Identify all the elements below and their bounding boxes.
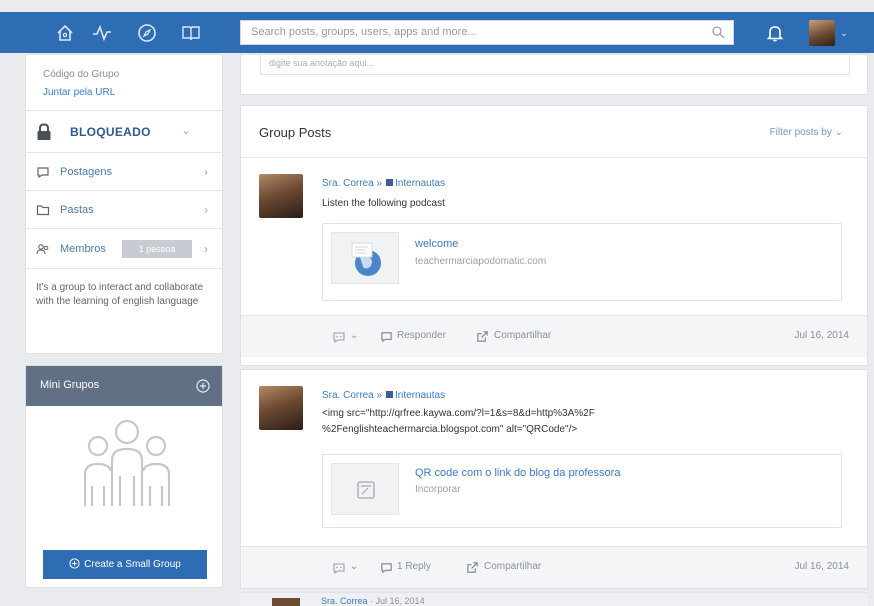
sidebar-item-label: Membros bbox=[60, 243, 106, 255]
post-separator: » bbox=[376, 390, 383, 401]
mini-groups-header: Mini Grupos bbox=[26, 366, 222, 406]
chevron-down-icon[interactable]: ⌄ bbox=[181, 123, 191, 137]
comment-icon bbox=[381, 563, 392, 574]
group-people-icon bbox=[83, 419, 171, 506]
reply-button[interactable]: 1 Reply bbox=[397, 561, 431, 572]
post-group[interactable]: Internautas bbox=[395, 390, 445, 401]
chevron-down-icon[interactable]: ⌄ bbox=[350, 330, 358, 341]
chevron-right-icon: › bbox=[204, 241, 208, 256]
home-icon[interactable] bbox=[54, 22, 76, 44]
post-author-avatar[interactable] bbox=[259, 174, 303, 218]
filter-posts-label: Filter posts by bbox=[769, 127, 832, 138]
post-date: Jul 16, 2014 bbox=[375, 596, 425, 606]
post-attachment[interactable]: welcome teachermarciapodomatic.com bbox=[322, 223, 842, 301]
group-description: It's a group to interact and collaborate… bbox=[36, 282, 204, 307]
post-actions-bar: ⌄ Responder Compartilhar Jul 16, 2014 bbox=[241, 315, 867, 357]
sidebar-item-members[interactable]: Membros 1 pessoa › bbox=[26, 229, 222, 269]
post-date: Jul 16, 2014 bbox=[794, 330, 850, 341]
create-small-group-label: Create a Small Group bbox=[84, 559, 181, 570]
post-meta: Sra. Correa » Internautas bbox=[322, 178, 445, 189]
post-text: <img src="http://qrfree.kaywa.com/?l=1&s… bbox=[322, 406, 842, 438]
group-posts-header: Group Posts Filter posts by ⌄ bbox=[241, 106, 867, 158]
chevron-right-icon: › bbox=[204, 164, 208, 179]
chevron-down-icon[interactable]: ⌄ bbox=[840, 28, 848, 39]
post-text-line: %2Fenglishteachermarcia.blogspot.com" al… bbox=[322, 424, 578, 435]
post-author[interactable]: Sra. Correa bbox=[322, 390, 374, 401]
attachment-thumbnail bbox=[331, 463, 399, 515]
post-date: Jul 16, 2014 bbox=[794, 561, 850, 572]
partial-post-row: Sra. Correa · Jul 16, 2014 bbox=[240, 592, 868, 606]
members-count-badge: 1 pessoa bbox=[122, 240, 192, 258]
post-author[interactable]: Sra. Correa bbox=[322, 178, 374, 189]
group-code-row: Código do Grupo Juntar pela URL bbox=[26, 55, 222, 111]
search-placeholder: Search posts, groups, users, apps and mo… bbox=[251, 26, 477, 38]
group-square-icon bbox=[386, 179, 394, 186]
attachment-title[interactable]: QR code com o link do blog da professora bbox=[415, 467, 620, 479]
page-title: Group Posts bbox=[259, 125, 332, 140]
sidebar-item-folders[interactable]: Pastas › bbox=[26, 191, 222, 229]
book-icon[interactable] bbox=[180, 22, 202, 44]
post-separator: » bbox=[376, 178, 383, 189]
comment-icon bbox=[381, 332, 392, 343]
search-icon[interactable] bbox=[711, 25, 725, 39]
search-input[interactable]: Search posts, groups, users, apps and mo… bbox=[240, 20, 734, 45]
top-bar: Search posts, groups, users, apps and mo… bbox=[0, 0, 874, 54]
members-icon bbox=[36, 243, 49, 254]
sidebar-item-label: Pastas bbox=[60, 204, 94, 216]
group-info-card: Código do Grupo Juntar pela URL BLOQUEAD… bbox=[25, 54, 223, 354]
folder-icon bbox=[36, 204, 50, 215]
share-button[interactable]: Compartilhar bbox=[494, 330, 551, 341]
post-text-line: <img src="http://qrfree.kaywa.com/?l=1&s… bbox=[322, 408, 595, 419]
lock-icon bbox=[37, 123, 51, 140]
chevron-down-icon[interactable]: ⌄ bbox=[350, 561, 358, 572]
group-square-icon bbox=[386, 391, 394, 398]
bell-icon[interactable] bbox=[764, 22, 786, 44]
partial-post-meta: Sra. Correa · Jul 16, 2014 bbox=[321, 596, 425, 606]
globe-icon bbox=[351, 242, 381, 276]
filter-posts-dropdown[interactable]: Filter posts by ⌄ bbox=[770, 127, 843, 138]
activity-icon[interactable] bbox=[91, 22, 113, 44]
attachment-title[interactable]: welcome bbox=[415, 238, 458, 250]
post-meta: Sra. Correa » Internautas bbox=[322, 390, 445, 401]
create-small-group-button[interactable]: Create a Small Group bbox=[43, 550, 207, 579]
group-posts-card: Group Posts Filter posts by ⌄ Sra. Corre… bbox=[240, 105, 868, 366]
annotation-card: digite sua anotação aqui... bbox=[240, 54, 868, 95]
comment-icon bbox=[37, 166, 49, 178]
chevron-down-icon: ⌄ bbox=[834, 127, 843, 138]
reaction-icon[interactable] bbox=[332, 330, 346, 344]
group-code-label: Código do Grupo bbox=[43, 69, 120, 80]
post-attachment[interactable]: QR code com o link do blog da professora… bbox=[322, 454, 842, 528]
mini-groups-title: Mini Grupos bbox=[40, 379, 100, 391]
post-text: Listen the following podcast bbox=[322, 198, 445, 209]
share-button[interactable]: Compartilhar bbox=[484, 561, 541, 572]
attachment-thumbnail bbox=[331, 232, 399, 284]
post-group[interactable]: Internautas bbox=[395, 178, 445, 189]
add-circle-icon bbox=[69, 558, 80, 569]
sidebar-item-label: Postagens bbox=[60, 166, 112, 178]
chevron-right-icon: › bbox=[204, 202, 208, 217]
post-author-avatar[interactable] bbox=[272, 598, 300, 606]
post-card: Sra. Correa » Internautas <img src="http:… bbox=[240, 369, 868, 589]
mini-groups-card: Mini Grupos Create a Small Group bbox=[25, 365, 223, 588]
reply-button[interactable]: Responder bbox=[397, 330, 446, 341]
annotation-input[interactable]: digite sua anotação aqui... bbox=[260, 55, 850, 75]
locked-row[interactable]: BLOQUEADO ⌄ bbox=[26, 111, 222, 153]
add-circle-icon[interactable] bbox=[196, 379, 210, 393]
join-url-link[interactable]: Juntar pela URL bbox=[43, 87, 222, 98]
attachment-source: teachermarciapodomatic.com bbox=[415, 256, 547, 267]
locked-label: BLOQUEADO bbox=[70, 125, 151, 139]
embed-icon bbox=[357, 481, 375, 499]
reaction-icon[interactable] bbox=[332, 561, 346, 575]
post-author-avatar[interactable] bbox=[259, 386, 303, 430]
compass-icon[interactable] bbox=[136, 22, 158, 44]
post-actions-bar: ⌄ 1 Reply Compartilhar Jul 16, 2014 bbox=[241, 546, 867, 588]
share-icon bbox=[477, 331, 488, 342]
post-author[interactable]: Sra. Correa bbox=[321, 596, 368, 606]
sidebar-item-posts[interactable]: Postagens › bbox=[26, 153, 222, 191]
share-icon bbox=[467, 562, 478, 573]
attachment-embed[interactable]: Incorporar bbox=[415, 484, 461, 495]
user-avatar[interactable] bbox=[809, 20, 835, 46]
